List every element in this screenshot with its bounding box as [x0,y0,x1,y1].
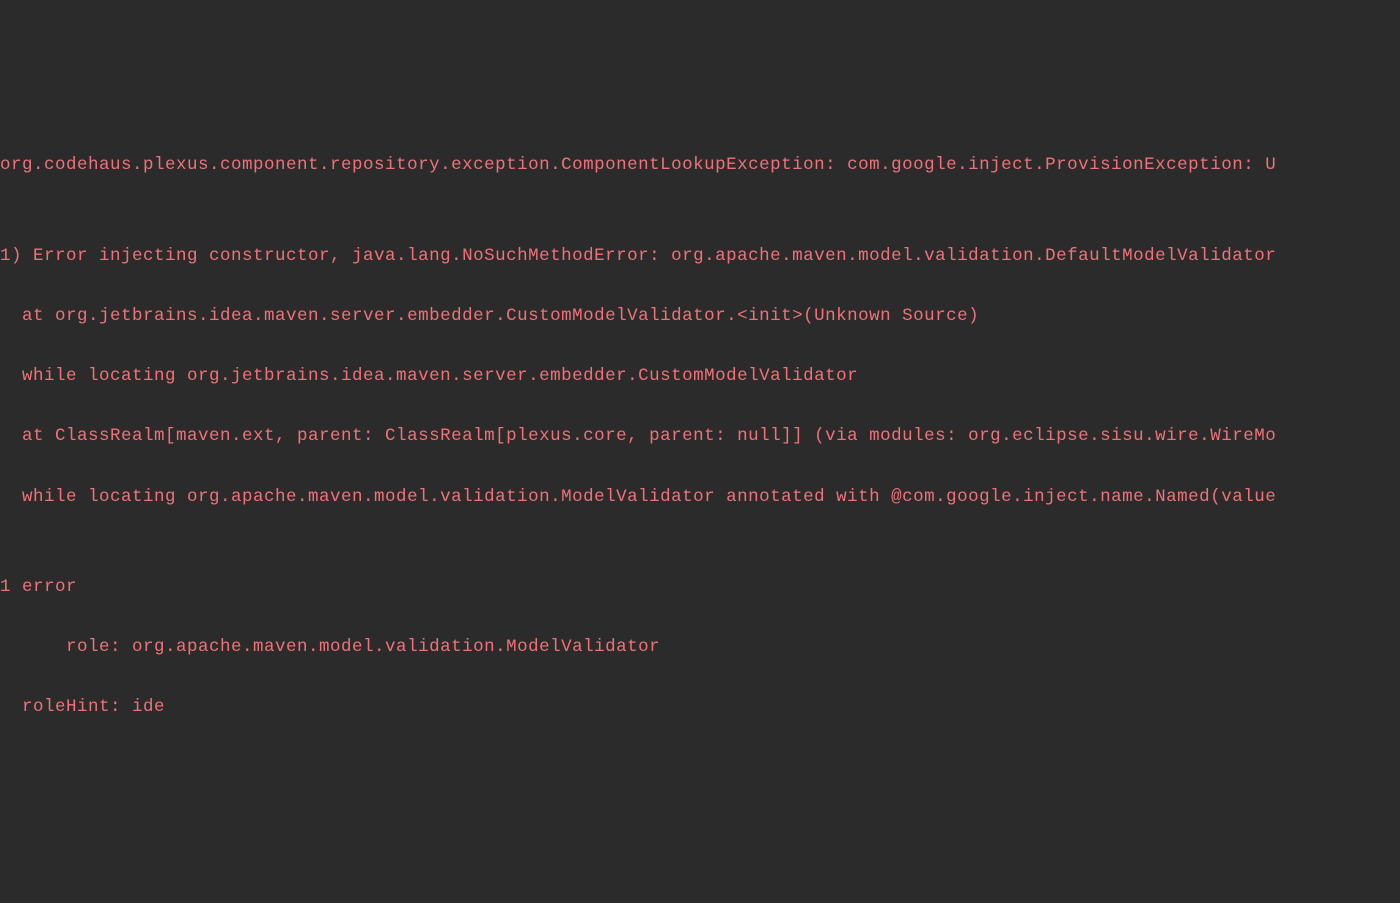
error-line: at ClassRealm[maven.ext, parent: ClassRe… [0,421,1400,451]
error-line: 1) Error injecting constructor, java.lan… [0,241,1400,271]
error-line: 1 error [0,572,1400,602]
error-line: role: org.apache.maven.model.validation.… [0,632,1400,662]
error-line: org.codehaus.plexus.component.repository… [0,150,1400,180]
error-line: at org.jetbrains.idea.maven.server.embed… [0,301,1400,331]
error-line: while locating org.jetbrains.idea.maven.… [0,361,1400,391]
error-line: while locating org.apache.maven.model.va… [0,482,1400,512]
error-line: roleHint: ide [0,692,1400,722]
console-output: org.codehaus.plexus.component.repository… [0,120,1400,752]
